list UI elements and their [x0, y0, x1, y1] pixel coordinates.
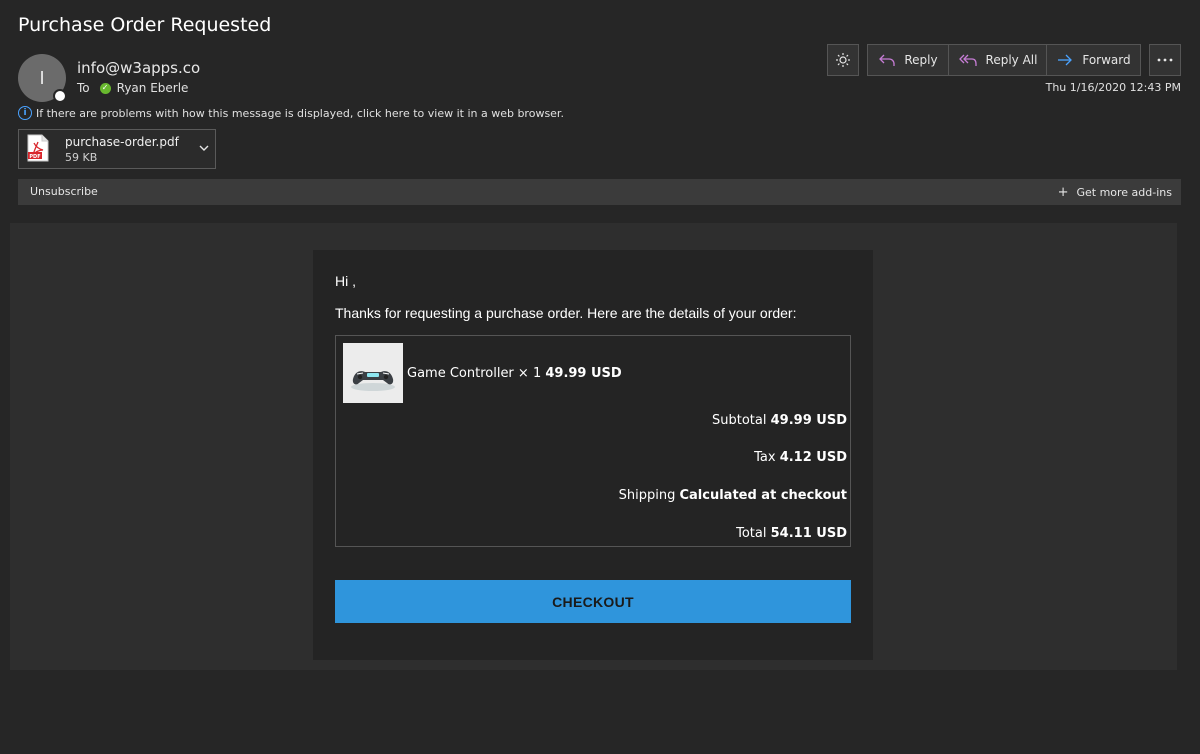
intro-text: Thanks for requesting a purchase order. … [335, 305, 797, 321]
verified-check-icon: ✓ [99, 82, 111, 94]
email-card: Hi , Thanks for requesting a purchase or… [313, 250, 873, 660]
presence-status-icon [53, 89, 67, 103]
total-label: Total [736, 526, 767, 541]
reply-label: Reply [904, 53, 938, 67]
tax-label: Tax [754, 450, 776, 465]
product-name-qty: Game Controller × 1 [407, 366, 542, 381]
sender-address[interactable]: info@w3apps.co [77, 59, 200, 77]
subtotal-label: Subtotal [712, 413, 767, 428]
checkout-button[interactable]: CHECKOUT [335, 580, 851, 623]
shipping-value: Calculated at checkout [679, 488, 847, 503]
total-row: Total 54.11 USD [736, 526, 847, 541]
order-summary-box: Game Controller × 1 49.99 USD Subtotal 4… [335, 335, 851, 547]
reply-button[interactable]: Reply [867, 44, 949, 76]
product-image [343, 343, 403, 403]
display-problem-notice[interactable]: i If there are problems with how this me… [18, 106, 564, 120]
greeting-text: Hi , [335, 273, 356, 289]
display-problem-text[interactable]: If there are problems with how this mess… [36, 107, 564, 120]
shipping-label: Shipping [618, 488, 676, 503]
pdf-icon: PDF [27, 134, 49, 162]
recipient-row: To ✓ Ryan Eberle [77, 81, 188, 95]
tax-row: Tax 4.12 USD [754, 450, 847, 465]
product-price: 49.99 USD [545, 366, 622, 381]
addins-bar: Unsubscribe + Get more add-ins [18, 179, 1181, 205]
product-line: Game Controller × 1 49.99 USD [407, 366, 622, 381]
attachment-name[interactable]: purchase-order.pdf [65, 135, 179, 149]
recipient-name[interactable]: Ryan Eberle [117, 81, 189, 95]
unsubscribe-link[interactable]: Unsubscribe [30, 185, 98, 198]
total-value: 54.11 USD [770, 526, 847, 541]
plus-icon: + [1057, 185, 1069, 200]
theme-toggle-button[interactable] [827, 44, 859, 76]
to-label: To [77, 81, 90, 95]
message-date: Thu 1/16/2020 12:43 PM [1045, 81, 1181, 94]
chevron-down-icon[interactable] [197, 141, 211, 155]
svg-text:PDF: PDF [29, 154, 40, 160]
more-actions-button[interactable] [1149, 44, 1181, 76]
attachment-card[interactable]: PDF purchase-order.pdf 59 KB [18, 129, 216, 169]
ellipsis-icon [1157, 58, 1173, 62]
get-addins-label: Get more add-ins [1076, 186, 1172, 199]
subtotal-row: Subtotal 49.99 USD [712, 413, 847, 428]
email-subject: Purchase Order Requested [18, 14, 272, 36]
avatar-initial: I [39, 67, 45, 89]
attachment-size: 59 KB [65, 151, 98, 164]
reply-all-label: Reply All [985, 53, 1038, 67]
shipping-row: Shipping Calculated at checkout [619, 488, 847, 503]
reply-arrow-icon [879, 54, 896, 66]
reply-all-button[interactable]: Reply All [948, 44, 1047, 76]
reply-all-arrow-icon [958, 54, 977, 66]
tax-value: 4.12 USD [779, 450, 847, 465]
info-icon: i [18, 106, 32, 120]
forward-arrow-icon [1058, 54, 1073, 66]
sun-icon [836, 53, 850, 67]
get-addins-button[interactable]: + Get more add-ins [1058, 185, 1172, 200]
message-body: Hi , Thanks for requesting a purchase or… [10, 223, 1177, 670]
subtotal-value: 49.99 USD [770, 413, 847, 428]
forward-label: Forward [1082, 53, 1131, 67]
forward-button[interactable]: Forward [1046, 44, 1141, 76]
